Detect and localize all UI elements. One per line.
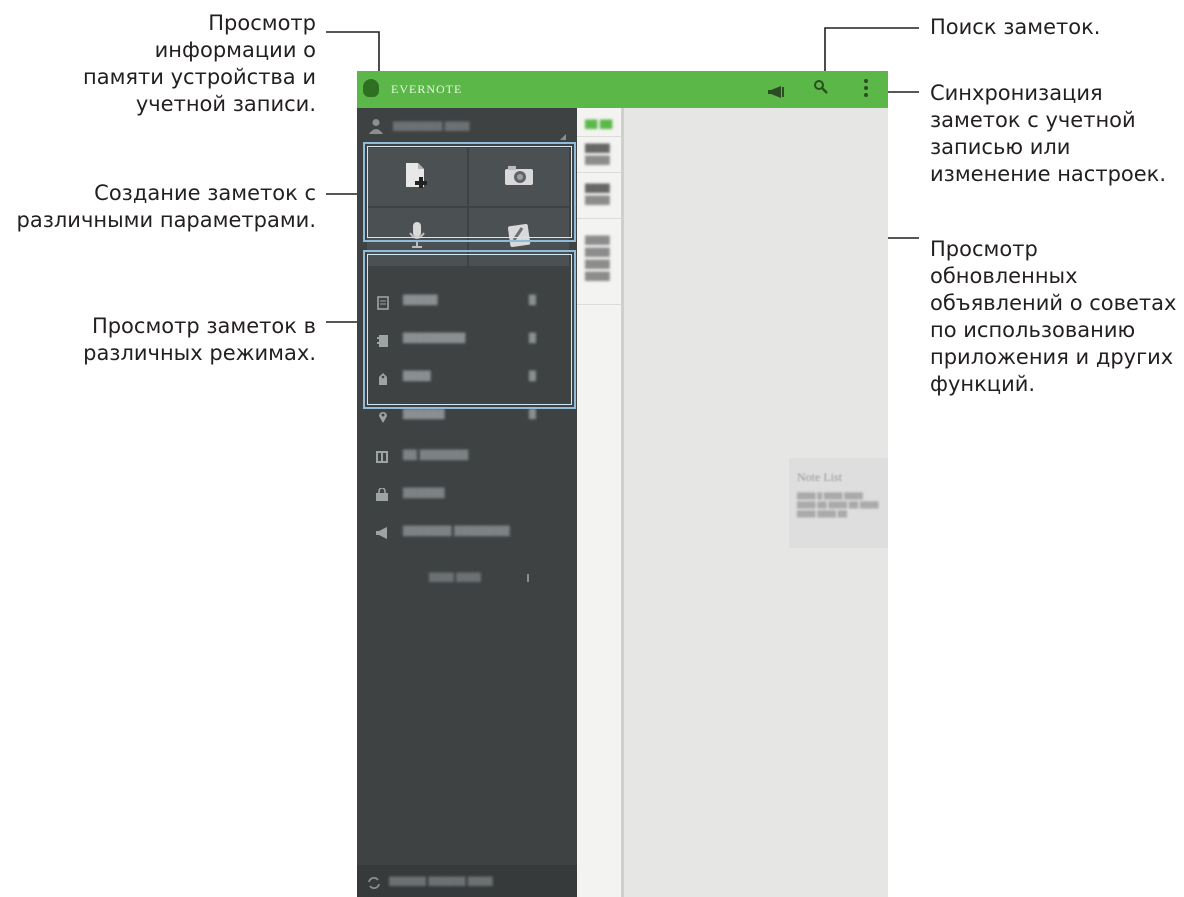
note-list-header: ██ ██ bbox=[585, 120, 613, 129]
more-vertical-icon[interactable] bbox=[863, 78, 869, 102]
list-item[interactable]: ████ bbox=[585, 144, 610, 153]
sync-status-text: ██████ ██████ ████ bbox=[389, 877, 493, 886]
note-divider bbox=[577, 218, 621, 219]
evernote-logo-icon bbox=[363, 79, 379, 97]
note-list-placeholder: Note List ████ █ ████ ████ ████ ██ ████ … bbox=[789, 458, 888, 548]
app-title: EVERNOTE bbox=[391, 82, 463, 96]
list-item[interactable]: ████ bbox=[585, 184, 610, 193]
sidebar-item-label: ███████ ████████ bbox=[403, 527, 510, 537]
sync-icon bbox=[367, 875, 381, 894]
list-item[interactable]: ████ bbox=[585, 236, 610, 245]
market-bag-icon bbox=[375, 487, 389, 501]
sidebar-item-count: █ bbox=[529, 410, 536, 420]
sync-status-row[interactable]: ██████ ██████ ████ bbox=[357, 865, 577, 897]
list-item-snippet: ████ bbox=[585, 196, 610, 205]
more-apps-caret-icon bbox=[527, 574, 529, 582]
extras-list: ██ ███████ ██████ ███████ ████████ bbox=[357, 438, 577, 552]
sidebar-item-explore[interactable]: ███████ ████████ bbox=[357, 514, 577, 552]
note-divider bbox=[577, 172, 621, 173]
megaphone-icon[interactable] bbox=[767, 83, 787, 102]
sidebar-item-label: ██████ bbox=[403, 489, 445, 499]
callout-storage-info: Просмотр информации о памяти устройства … bbox=[82, 11, 316, 116]
callout-create-notes: Создание заметок с различными параметрам… bbox=[16, 181, 316, 232]
list-item-snippet: ████ bbox=[585, 248, 610, 257]
sidebar-item-premium[interactable]: ██ ███████ bbox=[357, 438, 577, 476]
placeholder-text: ████ █ ████ ████ ████ ██ ████ ██ ████ ██… bbox=[797, 493, 879, 518]
list-item-snippet: ████ bbox=[585, 260, 610, 269]
highlight-create-grid bbox=[363, 142, 576, 242]
list-item-snippet: ████ bbox=[585, 272, 610, 281]
callout-sync-settings: Синхронизация заметок с учетной записью … bbox=[930, 81, 1167, 186]
sidebar-item-label: ██ ███████ bbox=[403, 451, 469, 461]
user-avatar-icon bbox=[369, 118, 383, 134]
note-detail-pane: Note List ████ █ ████ ████ ████ ██ ████ … bbox=[624, 108, 888, 897]
callout-search-notes: Поиск заметок. bbox=[930, 15, 1101, 39]
sidebar-item-label: ██████ bbox=[403, 410, 445, 420]
placeholder-title: Note List bbox=[797, 470, 842, 484]
megaphone-icon bbox=[375, 525, 389, 539]
account-row[interactable]: ████████ ████ bbox=[357, 108, 577, 146]
premium-icon bbox=[375, 449, 389, 463]
location-pin-icon bbox=[377, 409, 389, 423]
highlight-view-list bbox=[363, 250, 576, 409]
account-name: ████████ ████ bbox=[393, 122, 470, 131]
callout-announcements: Просмотр обновленных объявлений о совета… bbox=[930, 237, 1177, 396]
list-item-snippet: ████ bbox=[585, 156, 610, 165]
sidebar-item-market[interactable]: ██████ bbox=[357, 476, 577, 514]
note-list-column: ██ ██ ████ ████ ████ ████ ████ ████ ████… bbox=[577, 108, 621, 897]
callout-view-modes: Просмотр заметок в различных режимах. bbox=[83, 314, 316, 365]
app-toolbar: EVERNOTE bbox=[357, 71, 888, 108]
account-dropdown-icon[interactable] bbox=[560, 134, 566, 140]
search-icon[interactable] bbox=[813, 79, 829, 99]
more-apps-label[interactable]: ████ ████ bbox=[429, 573, 481, 582]
note-divider bbox=[577, 136, 621, 137]
note-divider bbox=[577, 304, 621, 305]
